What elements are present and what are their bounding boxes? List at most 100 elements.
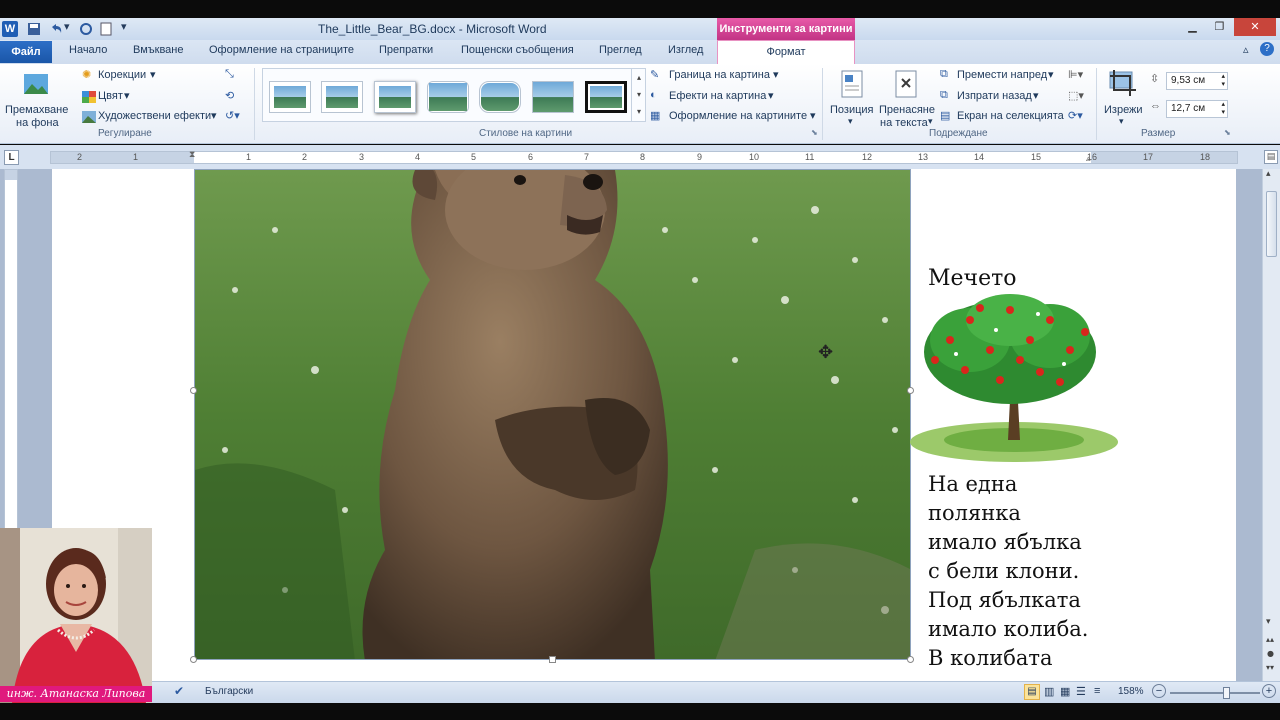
close-button[interactable]: ✕ [1234, 18, 1276, 36]
apple-tree-illustration[interactable] [910, 290, 1122, 468]
picture-layout-button[interactable]: ▦ Оформление на картините ▾ [650, 109, 820, 127]
view-ruler-icon[interactable]: ▤ [1264, 150, 1278, 164]
compress-pictures-icon[interactable]: ⤡ [225, 68, 234, 81]
help-icon[interactable]: ? [1260, 42, 1274, 56]
corrections-button[interactable]: ✺ Корекции ▾ [82, 68, 202, 86]
customize-toolbar-icon[interactable]: ▾ [121, 20, 127, 36]
change-picture-icon[interactable]: ⟲ [225, 89, 234, 102]
save-icon[interactable] [26, 21, 42, 37]
web-layout-icon[interactable]: ▦ [1060, 685, 1070, 698]
print-layout-view-icon[interactable]: ▤ [1024, 684, 1040, 700]
full-screen-reading-icon[interactable]: ▥ [1044, 685, 1054, 698]
rotate-icon[interactable]: ⟳▾ [1068, 109, 1083, 122]
shape-height-input[interactable]: 9,53 см ▴ ▾ [1166, 72, 1228, 90]
scroll-down-icon[interactable]: ▾ [1266, 617, 1271, 627]
tab-format[interactable]: Формат [717, 40, 855, 64]
right-indent-marker-icon[interactable]: ▵ [1086, 154, 1091, 164]
language-indicator[interactable]: Български [205, 686, 253, 697]
bring-forward-button[interactable]: ⧉ Премести напред ▾ [940, 68, 1062, 86]
redo-icon[interactable] [78, 21, 94, 37]
word-app-icon[interactable]: W [2, 21, 18, 37]
align-icon[interactable]: ⊫▾ [1068, 68, 1083, 81]
proofing-icon[interactable]: ✔ [174, 684, 184, 698]
zoom-level[interactable]: 158% [1118, 686, 1144, 697]
picture-style-3[interactable] [374, 81, 416, 113]
new-document-icon[interactable] [98, 21, 114, 37]
picture-style-1[interactable] [269, 81, 311, 113]
spin-arrows-icon[interactable]: ▴ ▾ [1221, 73, 1225, 89]
picture-style-2[interactable] [321, 81, 363, 113]
color-button[interactable]: Цвят ▾ [82, 89, 202, 107]
shape-width-icon: ⇔ [1150, 100, 1161, 112]
undo-dropdown-icon[interactable]: ▾ [64, 20, 70, 36]
select-browse-object-icon[interactable]: ● [1267, 649, 1274, 658]
horizontal-ruler[interactable]: 2 1 1 2 3 4 5 6 7 8 9 10 11 12 13 14 15 … [50, 150, 1238, 164]
picture-style-7[interactable] [585, 81, 627, 113]
remove-background-button[interactable]: Премахване на фона [2, 68, 70, 129]
ruler-number: 3 [359, 152, 365, 162]
resize-handle[interactable] [190, 387, 197, 394]
reset-picture-icon[interactable]: ↺▾ [225, 109, 240, 122]
selection-pane-button[interactable]: ▤ Екран на селекцията [940, 109, 1064, 127]
vertical-ruler[interactable] [4, 169, 18, 529]
maximize-button[interactable]: ❐ [1207, 18, 1232, 36]
bear-photo[interactable] [194, 169, 911, 660]
picture-style-6[interactable] [532, 81, 574, 113]
shape-width-value: 12,7 см [1171, 103, 1206, 114]
tab-mailings[interactable]: Пощенски съобщения [461, 44, 574, 56]
collapse-ribbon-icon[interactable]: ▵ [1243, 43, 1249, 56]
tab-insert[interactable]: Вмъкване [133, 44, 184, 56]
picture-style-4[interactable] [427, 81, 469, 113]
sun-icon: ✺ [82, 69, 92, 81]
picture-effects-button[interactable]: ◐ Ефекти на картина ▾ [650, 89, 810, 107]
chevron-down-icon: ▾ [124, 90, 130, 102]
outline-view-icon[interactable]: ☰ [1076, 685, 1086, 698]
zoom-out-icon[interactable]: − [1152, 684, 1166, 698]
zoom-slider-thumb[interactable] [1223, 687, 1230, 699]
dialog-launcher-icon[interactable]: ⬊ [1224, 128, 1231, 137]
position-button[interactable]: Позиция ▾ [828, 68, 876, 126]
position-icon [841, 70, 863, 98]
ruler-number: 12 [862, 152, 873, 162]
indent-marker-icon[interactable]: ⧗ [189, 150, 195, 160]
shape-width-input[interactable]: 12,7 см ▴ ▾ [1166, 100, 1228, 118]
ruler-margin-right [1091, 152, 1237, 163]
crop-button[interactable]: Изрежи ▾ [1100, 68, 1146, 126]
wrap-text-button[interactable]: Пренасяне на текста ▾ [878, 68, 936, 129]
tab-view[interactable]: Изглед [668, 44, 703, 56]
ruler-number: 1 [133, 152, 139, 162]
resize-handle[interactable] [907, 656, 914, 663]
story-heading: Мечето [928, 264, 1158, 293]
tab-home[interactable]: Начало [69, 44, 107, 56]
draft-view-icon[interactable]: ≡ [1094, 685, 1100, 697]
dialog-launcher-icon[interactable]: ⬊ [811, 128, 818, 137]
picture-style-5[interactable] [479, 81, 521, 113]
gallery-scroll[interactable]: ▴ ▾ ▾ [631, 69, 646, 121]
ruler-number: 7 [584, 152, 590, 162]
send-backward-button[interactable]: ⧉ Изпрати назад ▾ [940, 89, 1062, 107]
tab-selector[interactable]: L [4, 150, 19, 165]
resize-handle[interactable] [549, 656, 556, 663]
next-page-icon[interactable]: ▾▾ [1266, 663, 1274, 672]
tab-file[interactable]: Файл [0, 41, 52, 63]
tab-page-layout[interactable]: Оформление на страниците [209, 44, 354, 56]
zoom-slider[interactable] [1170, 687, 1260, 699]
vertical-scrollbar[interactable]: ▴ ▾ ▴▴ ● ▾▾ [1262, 169, 1280, 681]
previous-page-icon[interactable]: ▴▴ [1266, 635, 1274, 644]
resize-handle[interactable] [190, 656, 197, 663]
scrollbar-thumb[interactable] [1266, 191, 1277, 257]
zoom-in-icon[interactable]: + [1262, 684, 1276, 698]
group-label-picture-styles: Стилове на картини [479, 128, 573, 139]
group-objects-icon[interactable]: ⬚▾ [1068, 89, 1084, 102]
tab-review[interactable]: Преглед [599, 44, 642, 56]
picture-border-button[interactable]: ✎ Граница на картина ▾ [650, 68, 810, 86]
picture-border-label: Граница на картина [669, 69, 770, 81]
undo-icon[interactable] [48, 21, 64, 37]
bear-photo-image [195, 170, 910, 659]
group-separator [1096, 68, 1097, 140]
spin-arrows-icon[interactable]: ▴ ▾ [1221, 101, 1225, 117]
scroll-up-icon[interactable]: ▴ [1266, 169, 1271, 179]
artistic-effects-button[interactable]: Художествени ефекти ▾ [82, 109, 222, 127]
tab-references[interactable]: Препратки [379, 44, 433, 56]
minimize-button[interactable]: ▁ [1180, 18, 1205, 36]
